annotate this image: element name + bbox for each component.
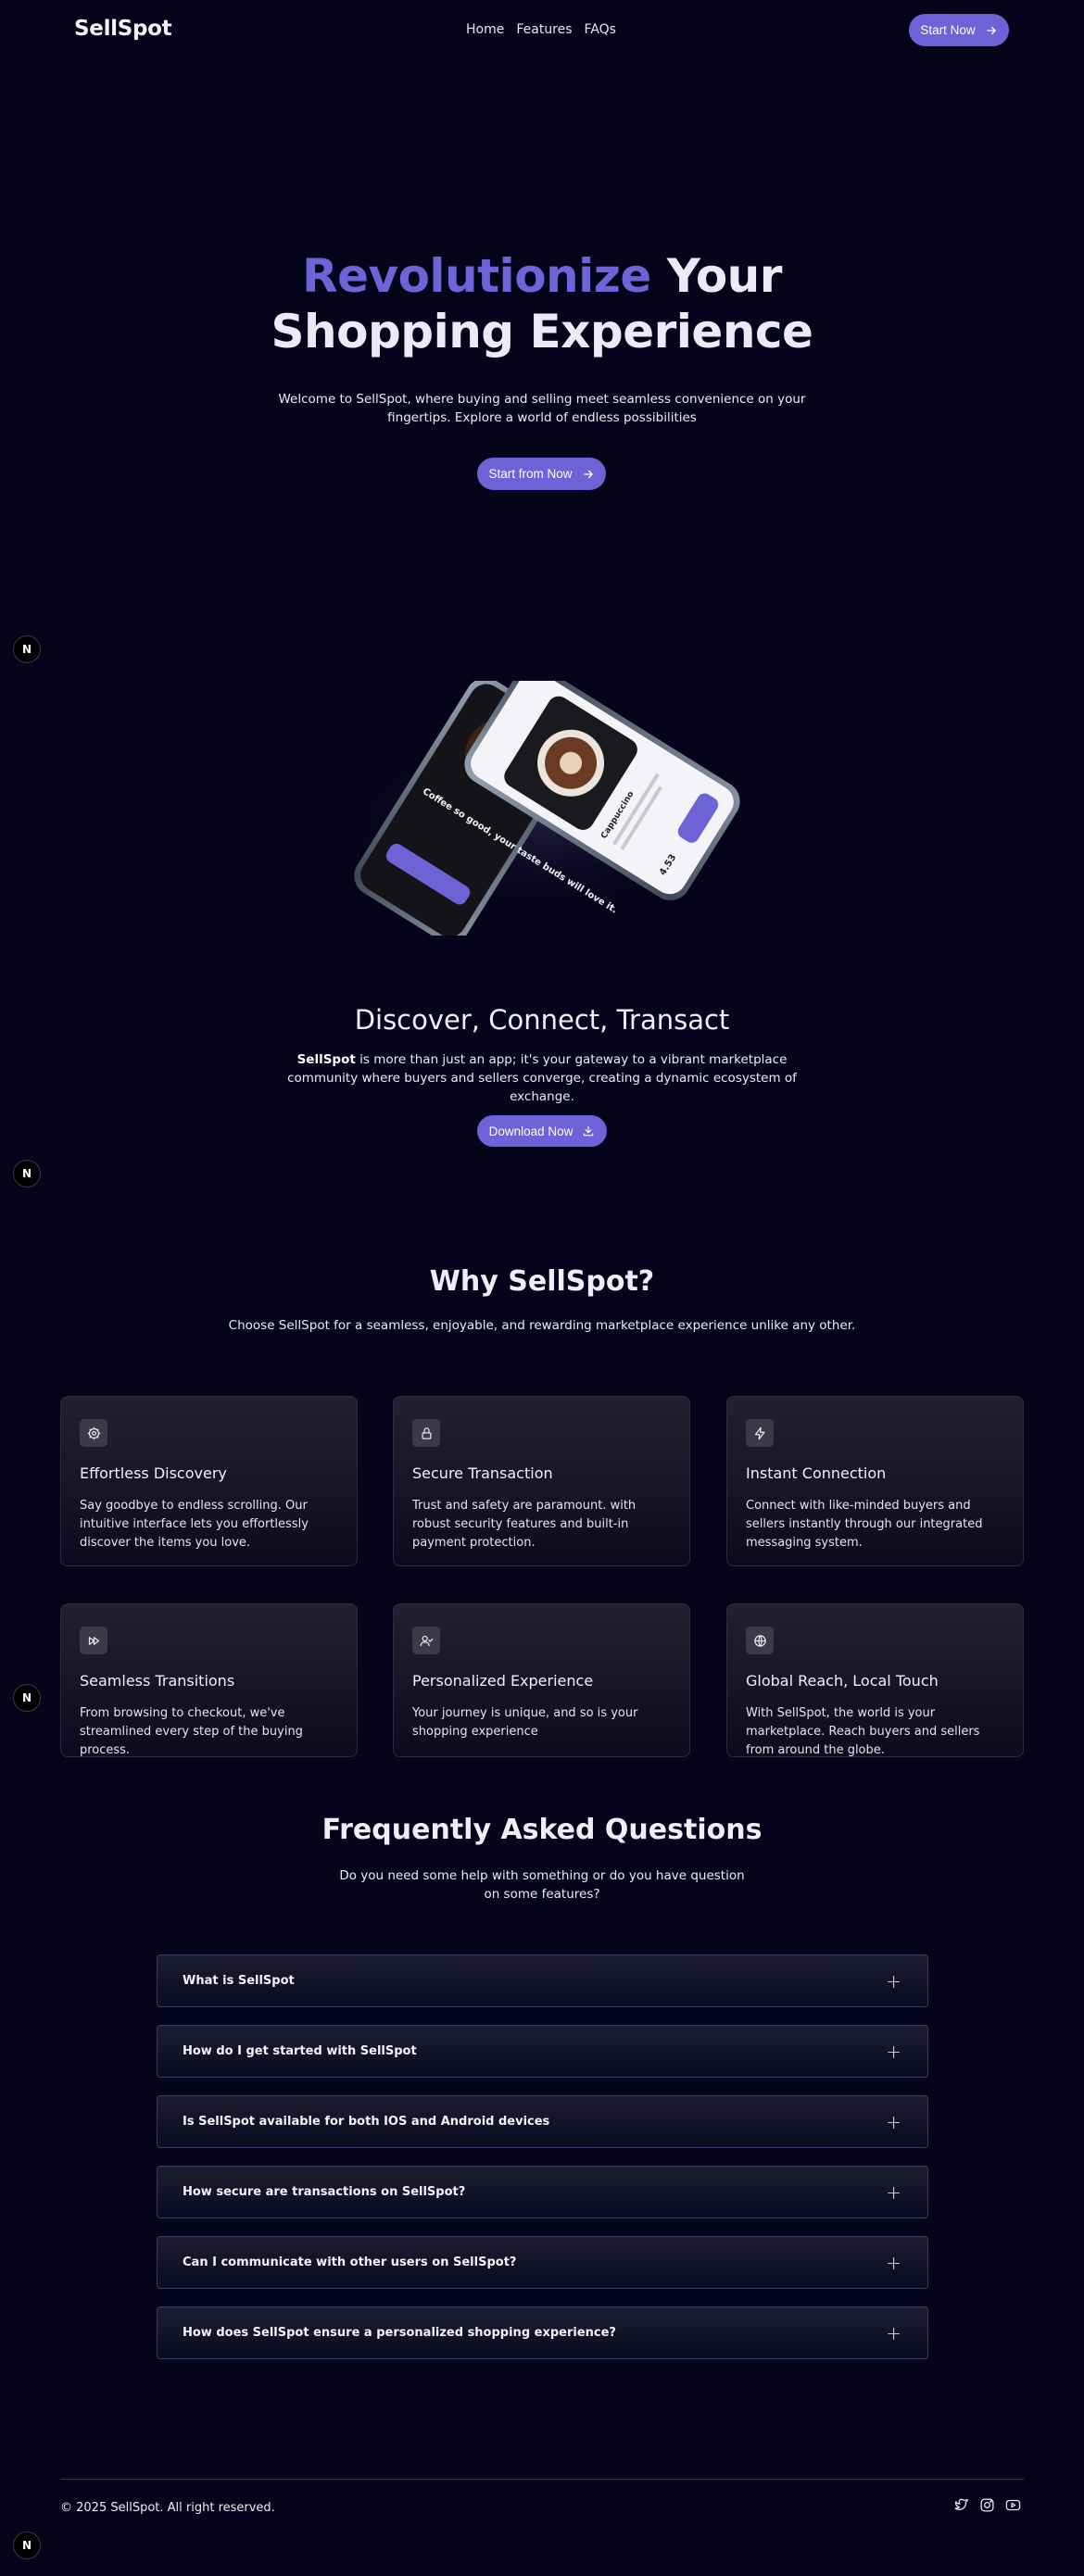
plus-icon[interactable]: + <box>886 2254 901 2272</box>
faq-item[interactable]: How does SellSpot ensure a personalized … <box>157 2306 928 2359</box>
feature-card-desc: Your journey is unique, and so is your s… <box>412 1706 638 1739</box>
download-now-label: Download Now <box>488 1124 574 1138</box>
footer-socials <box>953 2497 1021 2517</box>
feature-card-global-reach: Global Reach, Local Touch With SellSpot,… <box>726 1603 1024 1757</box>
feature-card-title: Personalized Experience <box>412 1672 594 1690</box>
start-from-now-button[interactable]: Start from Now <box>477 458 606 490</box>
hero-title-rest: Your <box>650 249 783 303</box>
instagram-icon[interactable] <box>979 2497 995 2517</box>
hero-title-line2: Shopping Experience <box>271 305 813 358</box>
feature-card-desc: From browsing to checkout, we've streaml… <box>80 1706 303 1757</box>
feature-card-desc: Say goodbye to endless scrolling. Our in… <box>80 1499 309 1550</box>
side-badge[interactable]: N <box>13 1160 41 1187</box>
plus-icon[interactable]: + <box>886 1972 901 1991</box>
feature-card-seamless-transitions: Seamless Transitions From browsing to ch… <box>60 1603 358 1757</box>
faq-question: How do I get started with SellSpot <box>183 2044 417 2058</box>
discover-text: SellSpot is more than just an app; it's … <box>278 1050 806 1106</box>
arrow-right-icon <box>986 26 996 34</box>
plus-icon[interactable]: + <box>886 2042 901 2061</box>
feature-card-title: Effortless Discovery <box>80 1464 227 1482</box>
feature-card-title: Global Reach, Local Touch <box>746 1672 939 1690</box>
faq-item[interactable]: Is SellSpot available for both IOS and A… <box>157 2095 928 2148</box>
faq-title: Frequently Asked Questions <box>321 1814 763 1846</box>
side-badge[interactable]: N <box>13 1684 41 1712</box>
footer-divider <box>60 2479 1024 2480</box>
hero-subtitle: Welcome to SellSpot, where buying and se… <box>278 392 806 425</box>
faq-subtitle: Do you need some help with something or … <box>339 1868 745 1902</box>
feature-card-title: Seamless Transitions <box>80 1672 235 1690</box>
feature-card-desc: With SellSpot, the world is your marketp… <box>746 1706 980 1757</box>
faq-item[interactable]: Can I communicate with other users on Se… <box>157 2236 928 2289</box>
feature-card-desc: Trust and safety are paramount. with rob… <box>412 1499 637 1550</box>
discover-title: Discover, Connect, Transact <box>354 1004 730 1036</box>
why-title: Why SellSpot? <box>429 1265 655 1298</box>
feature-card-desc: Connect with like-minded buyers and sell… <box>746 1499 983 1550</box>
arrow-right-icon <box>583 470 593 478</box>
feature-card-effortless-discovery: Effortless Discovery Say goodbye to endl… <box>60 1396 358 1566</box>
feature-card-title: Secure Transaction <box>412 1464 553 1482</box>
footer-copyright: © 2025 SellSpot. All right reserved. <box>60 2501 275 2515</box>
hero-title: Revolutionize Your Shopping Experience <box>0 248 1084 359</box>
feature-card-personalized-experience: Personalized Experience Your journey is … <box>393 1603 690 1757</box>
zap-icon <box>746 1419 774 1447</box>
download-now-button[interactable]: Download Now <box>477 1115 607 1147</box>
faq-item[interactable]: How secure are transactions on SellSpot?… <box>157 2166 928 2218</box>
feature-card-title: Instant Connection <box>746 1464 887 1482</box>
faq-item[interactable]: How do I get started with SellSpot + <box>157 2025 928 2078</box>
side-badge[interactable]: N <box>13 2532 41 2559</box>
discover-brand: SellSpot <box>296 1052 356 1067</box>
discover-body: is more than just an app; it's your gate… <box>287 1052 797 1104</box>
faq-question: How secure are transactions on SellSpot? <box>183 2185 466 2199</box>
settings-icon <box>80 1419 107 1447</box>
hero-title-accent: Revolutionize <box>302 249 651 303</box>
start-now-button[interactable]: Start Now <box>909 14 1009 46</box>
fast-forward-icon <box>80 1627 107 1654</box>
twitter-icon[interactable] <box>953 2497 969 2517</box>
plus-icon[interactable]: + <box>886 2324 901 2343</box>
start-now-label: Start Now <box>920 23 976 37</box>
faq-question: How does SellSpot ensure a personalized … <box>183 2326 616 2340</box>
phones-mockup-image: Coffee so good, your taste buds will lov… <box>315 681 778 936</box>
nav-link-features[interactable]: Features <box>516 22 572 37</box>
globe-icon <box>746 1627 774 1654</box>
faq-question: Is SellSpot available for both IOS and A… <box>183 2115 550 2129</box>
plus-icon[interactable]: + <box>886 2183 901 2202</box>
faq-question: Can I communicate with other users on Se… <box>183 2256 517 2269</box>
feature-card-secure-transaction: Secure Transaction Trust and safety are … <box>393 1396 690 1566</box>
faq-item[interactable]: What is SellSpot + <box>157 1954 928 2007</box>
youtube-icon[interactable] <box>1005 2497 1021 2517</box>
why-subtitle: Choose SellSpot for a seamless, enjoyabl… <box>228 1318 856 1333</box>
start-from-now-label: Start from Now <box>488 467 573 481</box>
plus-icon[interactable]: + <box>886 2113 901 2131</box>
main-nav: Home Features FAQs <box>466 22 616 37</box>
side-badge[interactable]: N <box>13 635 41 663</box>
user-check-icon <box>412 1627 440 1654</box>
brand-logo[interactable]: SellSpot <box>74 17 172 41</box>
faq-question: What is SellSpot <box>183 1974 295 1988</box>
nav-link-home[interactable]: Home <box>466 22 504 37</box>
nav-link-faqs[interactable]: FAQs <box>585 22 616 37</box>
lock-icon <box>412 1419 440 1447</box>
feature-card-instant-connection: Instant Connection Connect with like-min… <box>726 1396 1024 1566</box>
download-icon <box>584 1125 594 1137</box>
